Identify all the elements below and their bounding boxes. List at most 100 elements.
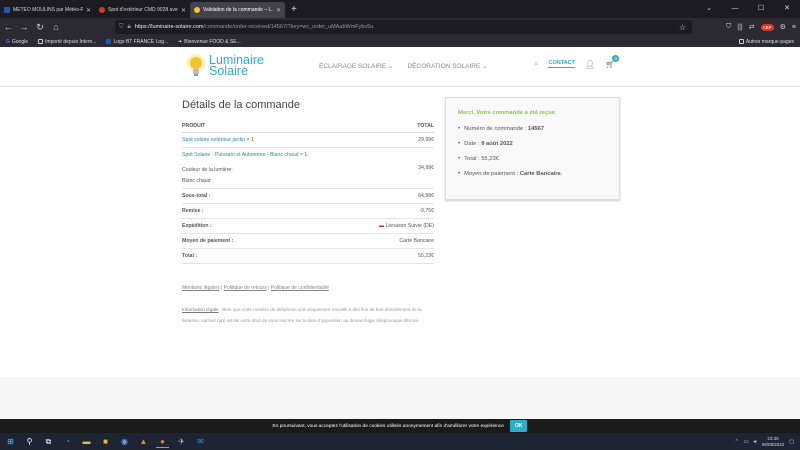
browser-tab-validation[interactable]: Validation de la commande – L... ✕ xyxy=(190,2,285,18)
new-tab-button[interactable]: + xyxy=(285,2,303,18)
truck-icon: ▬ xyxy=(378,223,385,229)
site-footer xyxy=(0,377,800,419)
clock[interactable]: 23:35 09/08/2022 xyxy=(762,436,785,448)
table-row: Moyen de paiement : Carte Bancaire xyxy=(182,233,434,249)
extensions-icon[interactable]: ⚙ xyxy=(780,23,786,31)
table-row: Total : 55,23€ xyxy=(182,248,434,264)
bookmark-folder-imported[interactable]: Importé depuis Intern... xyxy=(38,39,96,45)
url-bar[interactable]: ⛉ 🔒︎ https://luminaire-solaire.com/comma… xyxy=(115,20,692,34)
volume-icon[interactable]: 🔊︎ xyxy=(754,439,757,445)
legal-information: Information légale : Bien que votre numé… xyxy=(182,305,422,326)
menu-icon[interactable]: ≡ xyxy=(792,24,796,31)
search-icon[interactable]: ⌕ xyxy=(534,59,538,69)
tab-list-icon[interactable]: ⌄ xyxy=(696,0,722,18)
network-icon[interactable]: ▭ xyxy=(744,439,749,445)
product-attr-label: Couleur de la lumière: xyxy=(182,167,233,173)
thunderbird-icon[interactable]: ✈ xyxy=(175,435,188,448)
order-number: 14567 xyxy=(527,126,545,132)
lightbulb-logo-icon xyxy=(187,54,205,76)
google-icon: G xyxy=(6,38,10,45)
close-tab-icon[interactable]: ✕ xyxy=(86,7,91,14)
folder-icon[interactable]: ■ xyxy=(99,435,112,448)
reload-icon[interactable]: ↻ xyxy=(32,22,48,33)
close-tab-icon[interactable]: ✕ xyxy=(181,7,186,14)
order-table: PRODUIT TOTAL Spot solaire extérieur jar… xyxy=(182,120,434,264)
list-item: • Numéro de commande : 14567 xyxy=(458,126,545,132)
close-tab-icon[interactable]: ✕ xyxy=(276,7,281,14)
windows-start-icon[interactable]: ⊞ xyxy=(4,435,17,448)
search-app-icon[interactable]: ◉ xyxy=(118,435,131,448)
cart-count: 0 xyxy=(612,54,620,62)
shipping-label: Expédition : xyxy=(182,218,358,234)
bookmark-star-icon[interactable]: ☆ xyxy=(679,23,686,32)
search-icon[interactable]: ⚲ xyxy=(23,435,36,448)
browser-tab-spot[interactable]: Spot d'extérieur CMD 9028 ave... ✕ xyxy=(95,2,190,18)
table-row: Sous-total : 64,98€ xyxy=(182,188,434,204)
legal-info-text: : Bien que votre numéro de téléphone soi… xyxy=(182,307,422,323)
edge-icon[interactable]: ◔ xyxy=(61,435,74,448)
site-logo[interactable]: Luminaire Solaire xyxy=(186,53,264,79)
bookmark-logo-bt[interactable]: Logo BT FRANCE Log... xyxy=(106,39,168,45)
cart-button[interactable]: 🛒︎ 0 xyxy=(605,54,620,69)
vlc-icon[interactable]: ▲ xyxy=(137,435,150,448)
adblock-icon[interactable]: ABP xyxy=(760,23,774,31)
close-window-icon[interactable]: ✕ xyxy=(774,0,800,18)
cookie-ok-button[interactable]: OK xyxy=(509,420,528,432)
web-page: Luminaire Solaire ÉCLAIRAGE SOLAIRE ⌄ DÉ… xyxy=(0,47,800,419)
discount-value: -9,75€ xyxy=(357,203,434,219)
logo-line2: Solaire xyxy=(209,64,248,78)
menu-eclairage[interactable]: ÉCLAIRAGE SOLAIRE ⌄ xyxy=(319,62,393,70)
product-link[interactable]: Spot Solaire - Puissant et Autonome - Bl… xyxy=(182,152,299,158)
legal-links: Mentions légales | Politique de retours … xyxy=(182,285,329,291)
page-title: Détails de la commande xyxy=(182,99,301,111)
maximize-icon[interactable]: ☐ xyxy=(748,0,774,18)
lock-icon[interactable]: 🔒︎ xyxy=(128,24,131,31)
product-attr-value: Blanc chaud xyxy=(182,178,211,184)
window-controls: ⌄ — ☐ ✕ xyxy=(696,0,800,18)
bookmark-google[interactable]: G Google xyxy=(6,39,28,45)
table-header: PRODUIT TOTAL xyxy=(182,120,434,133)
meteo-favicon-icon xyxy=(4,7,10,13)
notifications-icon[interactable]: ▢ xyxy=(789,439,794,445)
product-price: 34,99€ xyxy=(357,147,434,189)
privacy-policy-link[interactable]: Politique de confidentialité xyxy=(271,285,329,291)
toolbar-right: ⛉ ||| ⇄ ABP ⚙ ≡ xyxy=(726,18,796,36)
tray-chevron-icon[interactable]: ⌃ xyxy=(735,439,739,445)
shield-icon[interactable]: ⛉ xyxy=(119,24,124,31)
home-icon[interactable]: ⌂ xyxy=(48,22,64,32)
bookmark-food[interactable]: ❧ Bienvenue FOOD & SE... xyxy=(178,39,241,45)
chevron-down-icon: ⌄ xyxy=(482,63,488,70)
library-icon[interactable]: ||| xyxy=(737,24,742,31)
subtotal-value: 64,98€ xyxy=(357,188,434,204)
payment-value: Carte Bancaire xyxy=(357,233,434,249)
contact-link[interactable]: CONTACT xyxy=(548,60,575,68)
url-path: /commande/order-received/14567/?key=wc_o… xyxy=(203,24,374,30)
other-bookmarks[interactable]: Autres marque-pages xyxy=(738,39,794,45)
pocket-icon[interactable]: ⛉ xyxy=(726,23,731,31)
minimize-icon[interactable]: — xyxy=(722,0,748,18)
payment-label: Moyen de paiement : xyxy=(182,233,358,249)
tab-title: Validation de la commande – L... xyxy=(203,7,273,13)
account-icon[interactable]: 👤︎ xyxy=(585,60,595,69)
food-icon: ❧ xyxy=(178,38,183,45)
cookie-banner: En poursuivant, vous acceptez l'utilisat… xyxy=(0,419,800,433)
file-explorer-icon[interactable]: ▬ xyxy=(80,435,93,448)
browser-tab-meteo[interactable]: METEO MOULINS par Météo-F... ✕ xyxy=(0,2,95,18)
total-value: 55,23€ xyxy=(357,248,434,264)
task-view-icon[interactable]: ⧉ xyxy=(42,435,55,448)
sync-icon[interactable]: ⇄ xyxy=(749,23,755,31)
forward-icon[interactable]: → xyxy=(16,22,32,32)
mail-icon[interactable]: ✉ xyxy=(194,435,207,448)
table-row: Remise : -9,75€ xyxy=(182,203,434,219)
menu-decoration[interactable]: DÉCORATION SOLAIRE ⌄ xyxy=(407,62,487,70)
firefox-icon[interactable]: ● xyxy=(156,435,169,448)
shipping-value: Livraison Suivie (DE) xyxy=(385,223,434,229)
back-icon[interactable]: ← xyxy=(0,22,16,32)
bookmarks-bar: G Google Importé depuis Intern... Logo BT… xyxy=(0,36,800,47)
legal-notice-link[interactable]: Mentions légales xyxy=(182,285,220,291)
tab-bar: METEO MOULINS par Météo-F... ✕ Spot d'ex… xyxy=(0,0,800,18)
product-link[interactable]: Spot solaire extérieur jardin xyxy=(182,137,245,143)
tab-title: METEO MOULINS par Météo-F... xyxy=(13,7,83,13)
url-host: https://luminaire-solaire.com xyxy=(134,24,204,30)
returns-policy-link[interactable]: Politique de retours xyxy=(224,285,267,291)
